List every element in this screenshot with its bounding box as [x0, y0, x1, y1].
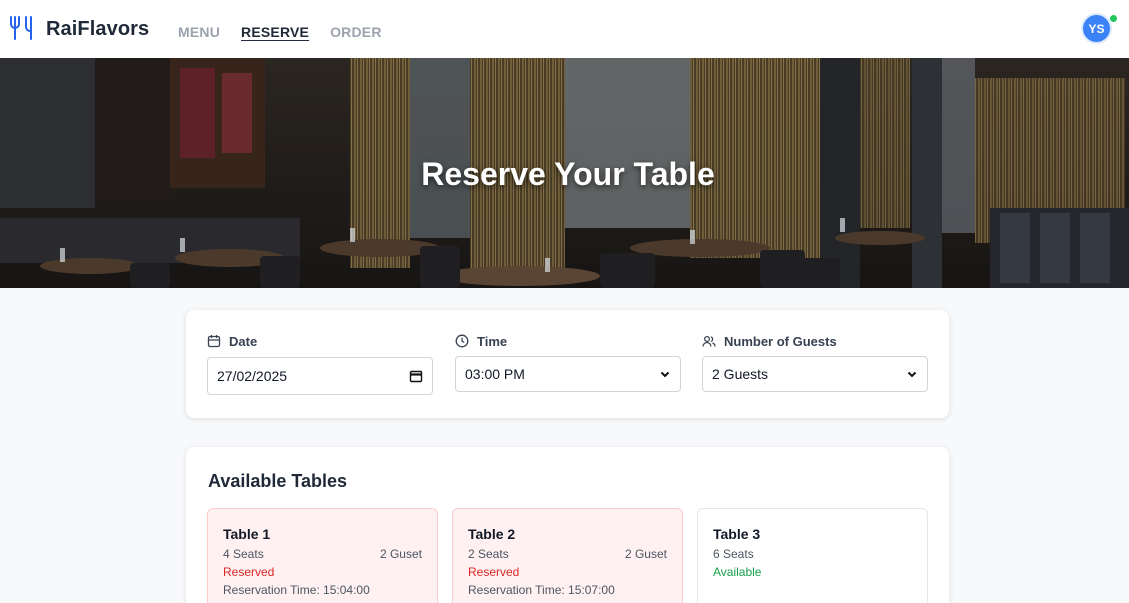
time-select[interactable]: 03:00 PM [455, 356, 681, 392]
reservation-filter-card: Date 27/02/2025 Time 03:00 PM Number of … [186, 310, 949, 418]
page-title: Reserve Your Table [421, 156, 715, 192]
reservation-time: Reservation Time: 15:07:00 [468, 583, 615, 597]
time-value: 03:00 PM [465, 366, 525, 382]
user-avatar[interactable]: YS [1081, 13, 1112, 44]
table-guests: 2 Guset [624, 547, 667, 561]
table-info-row: 6 Seats [713, 547, 912, 561]
date-input[interactable]: 27/02/2025 [207, 357, 433, 395]
brand-name[interactable]: RaiFlavors [46, 18, 149, 41]
time-label-text: Time [477, 333, 508, 349]
table-seats: 6 Seats [713, 547, 754, 561]
top-navbar: RaiFlavors MENU RESERVE ORDER YS [0, 0, 1129, 58]
guests-label-text: Number of Guests [724, 333, 837, 349]
hero-banner: Reserve Your Table [0, 58, 1129, 288]
table-card-2[interactable]: Table 2 2 Seats 2 Guset Reserved Reserva… [452, 508, 683, 603]
table-name: Table 2 [468, 526, 516, 542]
chevron-down-icon [660, 371, 670, 378]
fork-knife-icon[interactable] [8, 14, 36, 42]
nav-order[interactable]: ORDER [330, 24, 382, 40]
guests-value: 2 Guests [712, 366, 769, 382]
table-card-1[interactable]: Table 1 4 Seats 2 Guset Reserved Reserva… [207, 508, 438, 603]
time-label: Time [455, 332, 681, 350]
calendar-icon [207, 335, 221, 348]
guests-field: Number of Guests 2 Guests [702, 332, 928, 392]
users-icon [702, 335, 716, 347]
guests-select[interactable]: 2 Guests [702, 356, 928, 392]
table-info-row: 4 Seats 2 Guset [223, 547, 422, 561]
table-seats: 2 Seats [468, 547, 509, 561]
table-name: Table 3 [713, 526, 761, 542]
table-seats: 4 Seats [223, 547, 264, 561]
status-badge: Available [713, 565, 762, 579]
status-badge: Reserved [468, 565, 520, 579]
guests-label: Number of Guests [702, 332, 928, 350]
table-info-row: 2 Seats 2 Guset [468, 547, 667, 561]
time-field: Time 03:00 PM [455, 332, 681, 392]
section-title: Available Tables [208, 471, 348, 491]
date-value: 27/02/2025 [217, 368, 288, 384]
reservation-time: Reservation Time: 15:04:00 [223, 583, 370, 597]
available-tables-section: Available Tables Table 1 4 Seats 2 Guset… [186, 447, 949, 603]
date-label-text: Date [229, 333, 258, 349]
online-status-dot [1109, 14, 1118, 23]
date-label: Date [207, 332, 433, 350]
nav-menu[interactable]: MENU [178, 24, 220, 40]
table-name: Table 1 [223, 526, 271, 542]
date-field: Date 27/02/2025 [207, 332, 433, 395]
table-guests: 2 Guset [379, 547, 422, 561]
chevron-down-icon [907, 371, 917, 378]
calendar-picker-icon[interactable] [409, 369, 423, 383]
nav-reserve[interactable]: RESERVE [241, 24, 309, 40]
status-badge: Reserved [223, 565, 275, 579]
clock-icon [455, 334, 469, 348]
table-card-3[interactable]: Table 3 6 Seats Available [697, 508, 928, 603]
main-nav: MENU RESERVE ORDER [178, 24, 403, 40]
